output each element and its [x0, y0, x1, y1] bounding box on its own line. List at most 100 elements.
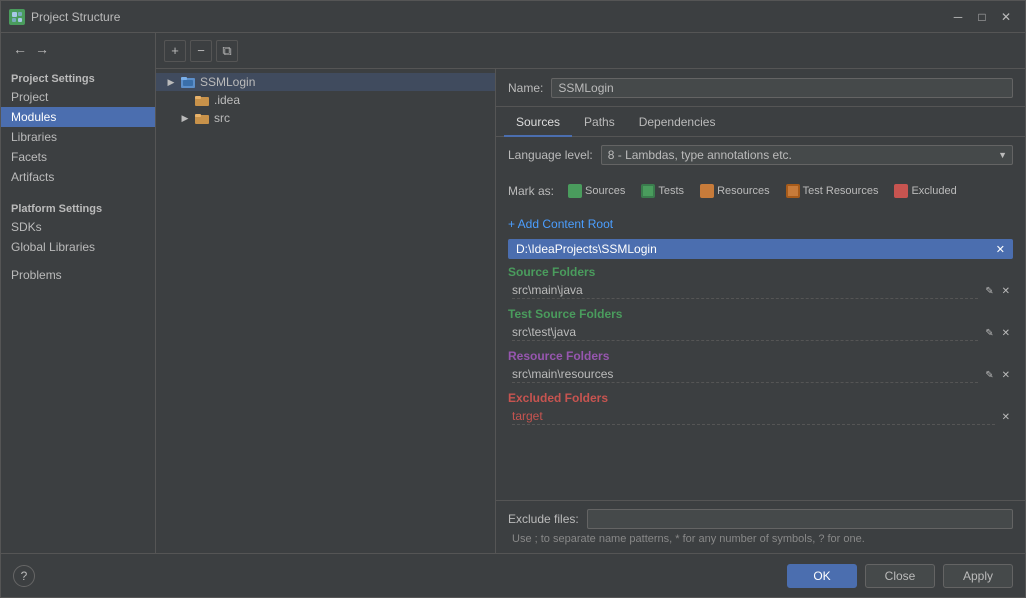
tree-expand-ssmlogin[interactable]: ▶	[164, 75, 178, 89]
sidebar-item-modules[interactable]: Modules	[1, 107, 155, 127]
sidebar-nav-row: ← →	[1, 33, 155, 65]
tabs-row: Sources Paths Dependencies	[496, 107, 1025, 137]
toolbar-row: + − ⧉	[156, 33, 1025, 69]
resource-folder-edit-0[interactable]: ✎	[982, 369, 996, 382]
content-root-header: D:\IdeaProjects\SSMLogin ✕	[508, 239, 1013, 259]
content-area: + − ⧉ ▶	[156, 33, 1025, 553]
test-source-folders-header: Test Source Folders	[508, 307, 1013, 321]
test-folder-remove-0[interactable]: ✕	[999, 327, 1013, 340]
copy-module-button[interactable]: ⧉	[216, 40, 238, 62]
apply-button[interactable]: Apply	[943, 564, 1013, 588]
content-root-path: D:\IdeaProjects\SSMLogin	[516, 242, 657, 256]
language-level-label: Language level:	[508, 148, 593, 162]
mark-test-resources-button[interactable]: Test Resources	[780, 182, 885, 200]
exclude-files-row: Exclude files:	[508, 509, 1013, 529]
close-dialog-button[interactable]: Close	[865, 564, 935, 588]
split-pane: ▶ SSMLogin ▶	[156, 69, 1025, 553]
name-input[interactable]	[551, 78, 1013, 98]
tab-sources[interactable]: Sources	[504, 111, 572, 137]
language-level-row: Language level: 8 - Lambdas, type annota…	[496, 137, 1025, 173]
excluded-folder-actions-0: ✕	[999, 411, 1013, 424]
excluded-folder-path-0: target	[512, 409, 995, 425]
project-structure-dialog: Project Structure ─ □ ✕ ← → Project Sett…	[0, 0, 1026, 598]
sidebar-item-global-libraries[interactable]: Global Libraries	[1, 237, 155, 257]
source-folder-entry-0: src\main\java ✎ ✕	[508, 281, 1013, 301]
tests-color-icon	[641, 184, 655, 198]
source-folder-remove-0[interactable]: ✕	[999, 285, 1013, 298]
sidebar-item-artifacts[interactable]: Artifacts	[1, 167, 155, 187]
tab-dependencies[interactable]: Dependencies	[627, 111, 728, 137]
sidebar-item-facets[interactable]: Facets	[1, 147, 155, 167]
sidebar-item-libraries[interactable]: Libraries	[1, 127, 155, 147]
right-pane: Name: Sources Paths Dependencies Languag…	[496, 69, 1025, 553]
bottom-right: OK Close Apply	[787, 564, 1013, 588]
module-tree: ▶ SSMLogin ▶	[156, 69, 495, 553]
title-bar-text: Project Structure	[31, 10, 947, 24]
app-icon	[9, 9, 25, 25]
source-folder-actions-0: ✎ ✕	[982, 285, 1013, 298]
ok-button[interactable]: OK	[787, 564, 857, 588]
add-content-root-row: + Add Content Root	[508, 217, 1013, 231]
tab-paths[interactable]: Paths	[572, 111, 627, 137]
name-label: Name:	[508, 81, 543, 95]
resource-folder-entry-0: src\main\resources ✎ ✕	[508, 365, 1013, 385]
exclude-files-input[interactable]	[587, 509, 1013, 529]
module-icon	[180, 75, 196, 89]
minimize-button[interactable]: ─	[947, 6, 969, 28]
sources-color-icon	[568, 184, 582, 198]
sidebar-item-project[interactable]: Project	[1, 87, 155, 107]
add-content-root-button[interactable]: + Add Content Root	[508, 217, 613, 231]
source-folder-edit-0[interactable]: ✎	[982, 285, 996, 298]
mark-sources-button[interactable]: Sources	[562, 182, 631, 200]
exclude-hint: Use ; to separate name patterns, * for a…	[508, 533, 1013, 545]
test-folder-entry-0: src\test\java ✎ ✕	[508, 323, 1013, 343]
project-settings-label: Project Settings	[1, 65, 155, 87]
tree-item-idea[interactable]: ▶ .idea	[156, 91, 495, 109]
excluded-folder-remove-0[interactable]: ✕	[999, 411, 1013, 424]
forward-button[interactable]: →	[31, 39, 53, 59]
sidebar-spacer	[1, 187, 155, 195]
tree-expand-src[interactable]: ▶	[178, 111, 192, 125]
help-button[interactable]: ?	[13, 565, 35, 587]
excluded-folder-entry-0: target ✕	[508, 407, 1013, 427]
resource-folders-header: Resource Folders	[508, 349, 1013, 363]
tree-item-label-idea: .idea	[214, 93, 240, 107]
resource-folder-path-0: src\main\resources	[512, 367, 978, 383]
test-folder-edit-0[interactable]: ✎	[982, 327, 996, 340]
exclude-files-label: Exclude files:	[508, 512, 579, 526]
right-pane-inner: + Add Content Root D:\IdeaProjects\SSMLo…	[496, 209, 1025, 500]
title-bar: Project Structure ─ □ ✕	[1, 1, 1025, 33]
mark-excluded-button[interactable]: Excluded	[888, 182, 962, 200]
excluded-color-icon	[894, 184, 908, 198]
mark-tests-button[interactable]: Tests	[635, 182, 690, 200]
language-level-select-wrapper: 8 - Lambdas, type annotations etc. 7 - D…	[601, 145, 1013, 165]
folder-icon-idea	[194, 93, 210, 107]
tree-item-ssmlogin[interactable]: ▶ SSMLogin	[156, 73, 495, 91]
test-folder-actions-0: ✎ ✕	[982, 327, 1013, 340]
sidebar-item-sdks[interactable]: SDKs	[1, 217, 155, 237]
back-button[interactable]: ←	[9, 39, 31, 59]
language-level-select[interactable]: 8 - Lambdas, type annotations etc. 7 - D…	[601, 145, 1013, 165]
bottom-left: ?	[13, 565, 35, 587]
platform-settings-label: Platform Settings	[1, 195, 155, 217]
module-tree-pane: ▶ SSMLogin ▶	[156, 69, 496, 553]
resource-folder-actions-0: ✎ ✕	[982, 369, 1013, 382]
folder-icon-src	[194, 111, 210, 125]
close-button[interactable]: ✕	[995, 6, 1017, 28]
name-row: Name:	[496, 69, 1025, 107]
tree-item-src[interactable]: ▶ src	[156, 109, 495, 127]
tree-item-label-ssmlogin: SSMLogin	[200, 75, 255, 89]
sidebar-item-problems[interactable]: Problems	[1, 265, 155, 285]
mark-resources-button[interactable]: Resources	[694, 182, 776, 200]
add-module-button[interactable]: +	[164, 40, 186, 62]
source-folder-path-0: src\main\java	[512, 283, 978, 299]
maximize-button[interactable]: □	[971, 6, 993, 28]
resource-folder-remove-0[interactable]: ✕	[999, 369, 1013, 382]
content-root-close-button[interactable]: ✕	[996, 243, 1005, 256]
main-content: ← → Project Settings Project Modules Lib…	[1, 33, 1025, 553]
test-resources-color-icon	[786, 184, 800, 198]
resources-color-icon	[700, 184, 714, 198]
remove-module-button[interactable]: −	[190, 40, 212, 62]
source-folders-header: Source Folders	[508, 265, 1013, 279]
mark-as-label: Mark as:	[508, 184, 554, 198]
